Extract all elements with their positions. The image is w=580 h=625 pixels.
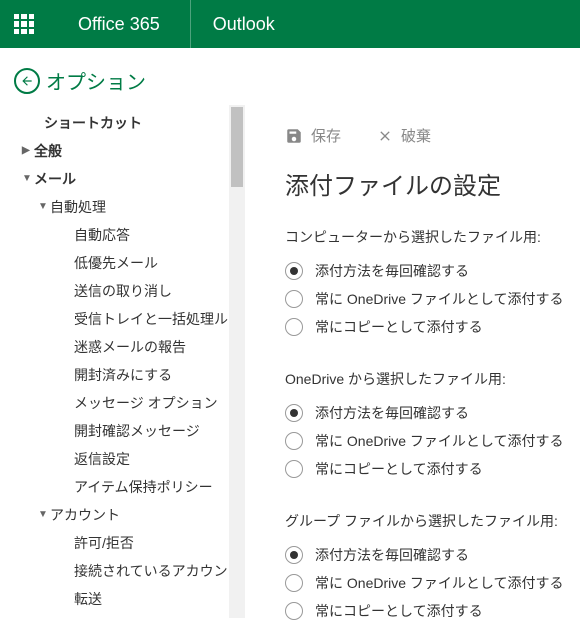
settings-tree: ショートカット ▶全般 ▼メール ▼自動処理 自動応答低優先メール送信の取り消し… [0,105,229,618]
discard-button[interactable]: 破棄 [377,125,431,146]
caret-down-icon: ▼ [38,509,48,520]
save-button[interactable]: 保存 [285,125,341,146]
arrow-left-icon [20,74,34,88]
sidebar-item[interactable]: 開封済みにする [0,361,229,389]
radio-option[interactable]: 添付方法を毎回確認する [285,399,572,427]
caret-right-icon: ▶ [22,145,30,156]
radio-option[interactable]: 常に OneDrive ファイルとして添付する [285,569,572,597]
radio-label: 添付方法を毎回確認する [315,261,469,281]
sidebar-item[interactable]: 低優先メール [0,249,229,277]
sidebar-container: ショートカット ▶全般 ▼メール ▼自動処理 自動応答低優先メール送信の取り消し… [0,105,245,618]
radio-label: 添付方法を毎回確認する [315,403,469,423]
save-label: 保存 [311,125,341,146]
settings-group: コンピューターから選択したファイル用: 添付方法を毎回確認する常に OneDriv… [285,227,572,341]
caret-down-icon: ▼ [38,201,48,212]
radio-label: 常に OneDrive ファイルとして添付する [315,573,564,593]
sidebar-item[interactable]: 転送 [0,585,229,613]
radio-label: 常にコピーとして添付する [315,459,483,479]
sidebar-item[interactable]: 受信トレイと一括処理ルール [0,305,229,333]
group-label: コンピューターから選択したファイル用: [285,227,572,247]
back-button[interactable] [14,68,40,94]
radio-option[interactable]: 添付方法を毎回確認する [285,257,572,285]
sidebar-item[interactable]: 接続されているアカウント [0,557,229,585]
sidebar-item[interactable]: 返信設定 [0,445,229,473]
radio-label: 常に OneDrive ファイルとして添付する [315,431,564,451]
save-icon [285,127,303,145]
radio-option[interactable]: 常に OneDrive ファイルとして添付する [285,427,572,455]
radio-icon [285,318,303,336]
main-panel: 保存 破棄 添付ファイルの設定 コンピューターから選択したファイル用: 添付方法を… [245,105,580,618]
page-title: 添付ファイルの設定 [285,166,572,201]
sidebar-scrollbar[interactable] [229,105,245,618]
sidebar-item-auto[interactable]: ▼自動処理 [0,193,229,221]
radio-option[interactable]: 常にコピーとして添付する [285,313,572,341]
app-launcher-button[interactable] [0,0,48,48]
radio-icon [285,574,303,592]
sidebar-item-shortcut[interactable]: ショートカット [0,109,229,137]
radio-icon [285,546,303,564]
sidebar-item-label: アカウント [50,507,120,523]
radio-icon [285,602,303,620]
sidebar-item[interactable]: 自動応答 [0,221,229,249]
radio-option[interactable]: 添付方法を毎回確認する [285,541,572,569]
radio-option[interactable]: 常にコピーとして添付する [285,597,572,625]
radio-option[interactable]: 常にコピーとして添付する [285,455,572,483]
sidebar-item[interactable]: 送信の取り消し [0,277,229,305]
sidebar-item-account[interactable]: ▼アカウント [0,501,229,529]
radio-icon [285,460,303,478]
sidebar-item-label: メール [34,171,76,187]
scrollbar-thumb[interactable] [231,107,243,187]
radio-icon [285,404,303,422]
discard-label: 破棄 [401,125,431,146]
sidebar-item[interactable]: アイテム保持ポリシー [0,473,229,501]
radio-option[interactable]: 常に OneDrive ファイルとして添付する [285,285,572,313]
group-label: グループ ファイルから選択したファイル用: [285,511,572,531]
options-title: オプション [46,66,146,95]
sidebar-item[interactable]: 迷惑メールの報告 [0,333,229,361]
global-header: Office 365 Outlook [0,0,580,48]
sidebar-item-mail[interactable]: ▼メール [0,165,229,193]
toolbar: 保存 破棄 [285,125,572,146]
settings-group: グループ ファイルから選択したファイル用: 添付方法を毎回確認する常に OneDr… [285,511,572,625]
sidebar-item[interactable]: メッセージ オプション [0,389,229,417]
sidebar-item[interactable]: 開封確認メッセージ [0,417,229,445]
options-bar: オプション [0,48,580,105]
radio-label: 常にコピーとして添付する [315,601,483,621]
radio-label: 常に OneDrive ファイルとして添付する [315,289,564,309]
app-name-label: Outlook [191,14,297,35]
close-icon [377,128,393,144]
sidebar-item[interactable]: 許可/拒否 [0,529,229,557]
sidebar-item-label: 全般 [34,143,62,159]
waffle-icon [14,14,34,34]
brand-label[interactable]: Office 365 [48,0,191,48]
content-area: ショートカット ▶全般 ▼メール ▼自動処理 自動応答低優先メール送信の取り消し… [0,105,580,618]
radio-icon [285,262,303,280]
radio-label: 添付方法を毎回確認する [315,545,469,565]
radio-label: 常にコピーとして添付する [315,317,483,337]
radio-icon [285,432,303,450]
settings-group: OneDrive から選択したファイル用: 添付方法を毎回確認する常に OneDr… [285,369,572,483]
sidebar-item-general[interactable]: ▶ 全般 [0,137,229,165]
group-label: OneDrive から選択したファイル用: [285,369,572,389]
caret-down-icon: ▼ [22,173,32,184]
sidebar-item-label: 自動処理 [50,199,106,215]
radio-icon [285,290,303,308]
